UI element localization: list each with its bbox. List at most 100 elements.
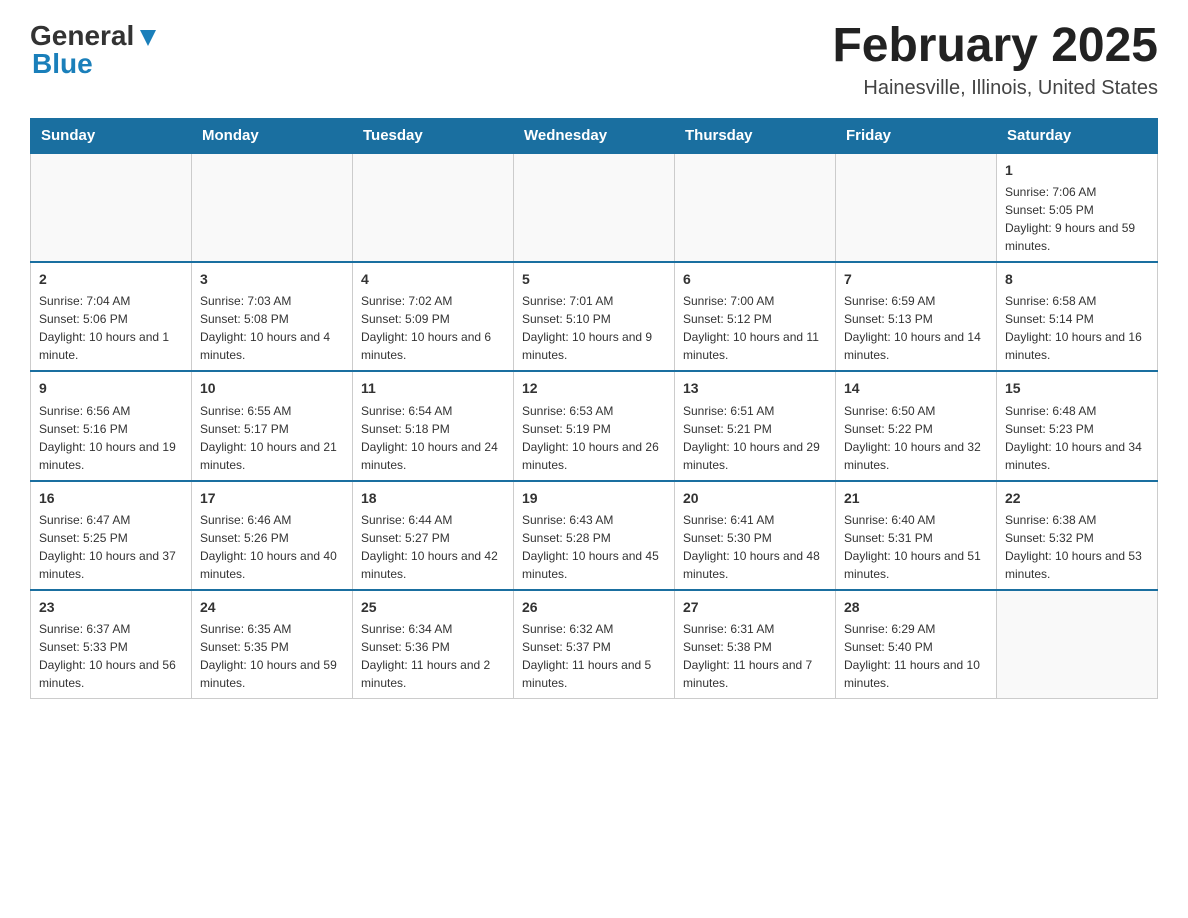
calendar-day-cell: 11 Sunrise: 6:54 AM Sunset: 5:18 PM Dayli…	[353, 371, 514, 480]
calendar-day-cell: 23 Sunrise: 6:37 AM Sunset: 5:33 PM Dayli…	[31, 590, 192, 699]
month-title: February 2025	[832, 20, 1158, 73]
calendar-day-cell: 18 Sunrise: 6:44 AM Sunset: 5:27 PM Dayli…	[353, 481, 514, 590]
day-number: 20	[683, 488, 827, 508]
day-number: 2	[39, 269, 183, 289]
day-info: Sunrise: 7:03 AM Sunset: 5:08 PM Dayligh…	[200, 292, 344, 364]
day-number: 1	[1005, 160, 1149, 180]
day-info: Sunrise: 6:56 AM Sunset: 5:16 PM Dayligh…	[39, 402, 183, 474]
day-info: Sunrise: 6:53 AM Sunset: 5:19 PM Dayligh…	[522, 402, 666, 474]
day-info: Sunrise: 6:54 AM Sunset: 5:18 PM Dayligh…	[361, 402, 505, 474]
day-number: 24	[200, 597, 344, 617]
day-number: 7	[844, 269, 988, 289]
day-number: 21	[844, 488, 988, 508]
calendar-day-cell: 26 Sunrise: 6:32 AM Sunset: 5:37 PM Dayli…	[514, 590, 675, 699]
day-number: 15	[1005, 378, 1149, 398]
day-number: 6	[683, 269, 827, 289]
day-info: Sunrise: 6:55 AM Sunset: 5:17 PM Dayligh…	[200, 402, 344, 474]
calendar-day-cell: 22 Sunrise: 6:38 AM Sunset: 5:32 PM Dayli…	[997, 481, 1158, 590]
calendar-week-row: 1 Sunrise: 7:06 AM Sunset: 5:05 PM Daylig…	[31, 153, 1158, 262]
calendar-day-cell	[675, 153, 836, 262]
calendar-day-cell: 7 Sunrise: 6:59 AM Sunset: 5:13 PM Daylig…	[836, 262, 997, 371]
calendar-day-cell: 8 Sunrise: 6:58 AM Sunset: 5:14 PM Daylig…	[997, 262, 1158, 371]
logo-text-blue: Blue	[32, 48, 93, 79]
day-info: Sunrise: 6:31 AM Sunset: 5:38 PM Dayligh…	[683, 620, 827, 692]
calendar-day-cell	[31, 153, 192, 262]
day-info: Sunrise: 6:35 AM Sunset: 5:35 PM Dayligh…	[200, 620, 344, 692]
page-header: General Blue February 2025 Hainesville, …	[30, 20, 1158, 100]
day-info: Sunrise: 6:34 AM Sunset: 5:36 PM Dayligh…	[361, 620, 505, 692]
weekday-header-wednesday: Wednesday	[514, 118, 675, 153]
logo: General Blue	[30, 20, 159, 80]
day-info: Sunrise: 6:50 AM Sunset: 5:22 PM Dayligh…	[844, 402, 988, 474]
day-number: 4	[361, 269, 505, 289]
calendar-day-cell: 9Sunrise: 6:56 AM Sunset: 5:16 PM Daylig…	[31, 371, 192, 480]
day-number: 8	[1005, 269, 1149, 289]
day-number: 26	[522, 597, 666, 617]
calendar-day-cell: 28Sunrise: 6:29 AM Sunset: 5:40 PM Dayli…	[836, 590, 997, 699]
calendar-day-cell: 13 Sunrise: 6:51 AM Sunset: 5:21 PM Dayli…	[675, 371, 836, 480]
calendar-day-cell: 10 Sunrise: 6:55 AM Sunset: 5:17 PM Dayli…	[192, 371, 353, 480]
day-info: Sunrise: 6:43 AM Sunset: 5:28 PM Dayligh…	[522, 511, 666, 583]
day-info: Sunrise: 6:59 AM Sunset: 5:13 PM Dayligh…	[844, 292, 988, 364]
calendar-day-cell	[997, 590, 1158, 699]
day-number: 23	[39, 597, 183, 617]
calendar-day-cell: 21 Sunrise: 6:40 AM Sunset: 5:31 PM Dayli…	[836, 481, 997, 590]
day-number: 16	[39, 488, 183, 508]
calendar-day-cell	[514, 153, 675, 262]
day-number: 13	[683, 378, 827, 398]
day-info: Sunrise: 6:51 AM Sunset: 5:21 PM Dayligh…	[683, 402, 827, 474]
calendar-day-cell: 5Sunrise: 7:01 AM Sunset: 5:10 PM Daylig…	[514, 262, 675, 371]
day-number: 17	[200, 488, 344, 508]
day-number: 10	[200, 378, 344, 398]
day-info: Sunrise: 6:32 AM Sunset: 5:37 PM Dayligh…	[522, 620, 666, 692]
calendar-day-cell: 16 Sunrise: 6:47 AM Sunset: 5:25 PM Dayli…	[31, 481, 192, 590]
calendar-day-cell: 25 Sunrise: 6:34 AM Sunset: 5:36 PM Dayli…	[353, 590, 514, 699]
weekday-header-row: SundayMondayTuesdayWednesdayThursdayFrid…	[31, 118, 1158, 153]
weekday-header-monday: Monday	[192, 118, 353, 153]
calendar-day-cell	[192, 153, 353, 262]
calendar-day-cell: 12 Sunrise: 6:53 AM Sunset: 5:19 PM Dayli…	[514, 371, 675, 480]
weekday-header-sunday: Sunday	[31, 118, 192, 153]
calendar-day-cell: 17 Sunrise: 6:46 AM Sunset: 5:26 PM Dayli…	[192, 481, 353, 590]
calendar-day-cell	[353, 153, 514, 262]
weekday-header-tuesday: Tuesday	[353, 118, 514, 153]
calendar-day-cell	[836, 153, 997, 262]
calendar-day-cell: 6 Sunrise: 7:00 AM Sunset: 5:12 PM Daylig…	[675, 262, 836, 371]
calendar-table: SundayMondayTuesdayWednesdayThursdayFrid…	[30, 118, 1158, 699]
calendar-day-cell: 19 Sunrise: 6:43 AM Sunset: 5:28 PM Dayli…	[514, 481, 675, 590]
day-info: Sunrise: 7:06 AM Sunset: 5:05 PM Dayligh…	[1005, 183, 1149, 255]
day-number: 22	[1005, 488, 1149, 508]
day-info: Sunrise: 6:40 AM Sunset: 5:31 PM Dayligh…	[844, 511, 988, 583]
day-info: Sunrise: 7:04 AM Sunset: 5:06 PM Dayligh…	[39, 292, 183, 364]
day-info: Sunrise: 6:37 AM Sunset: 5:33 PM Dayligh…	[39, 620, 183, 692]
day-info: Sunrise: 6:47 AM Sunset: 5:25 PM Dayligh…	[39, 511, 183, 583]
day-number: 12	[522, 378, 666, 398]
calendar-day-cell: 20 Sunrise: 6:41 AM Sunset: 5:30 PM Dayli…	[675, 481, 836, 590]
day-info: Sunrise: 6:44 AM Sunset: 5:27 PM Dayligh…	[361, 511, 505, 583]
logo-triangle-icon	[137, 26, 159, 48]
calendar-day-cell: 4 Sunrise: 7:02 AM Sunset: 5:09 PM Daylig…	[353, 262, 514, 371]
day-info: Sunrise: 6:38 AM Sunset: 5:32 PM Dayligh…	[1005, 511, 1149, 583]
weekday-header-friday: Friday	[836, 118, 997, 153]
calendar-day-cell: 15 Sunrise: 6:48 AM Sunset: 5:23 PM Dayli…	[997, 371, 1158, 480]
calendar-day-cell: 1 Sunrise: 7:06 AM Sunset: 5:05 PM Daylig…	[997, 153, 1158, 262]
day-info: Sunrise: 6:48 AM Sunset: 5:23 PM Dayligh…	[1005, 402, 1149, 474]
weekday-header-saturday: Saturday	[997, 118, 1158, 153]
title-area: February 2025 Hainesville, Illinois, Uni…	[832, 20, 1158, 100]
day-number: 18	[361, 488, 505, 508]
day-number: 25	[361, 597, 505, 617]
day-number: 11	[361, 378, 505, 398]
day-info: Sunrise: 6:58 AM Sunset: 5:14 PM Dayligh…	[1005, 292, 1149, 364]
day-info: Sunrise: 7:00 AM Sunset: 5:12 PM Dayligh…	[683, 292, 827, 364]
day-number: 27	[683, 597, 827, 617]
day-number: 3	[200, 269, 344, 289]
calendar-day-cell: 2 Sunrise: 7:04 AM Sunset: 5:06 PM Daylig…	[31, 262, 192, 371]
day-info: Sunrise: 7:02 AM Sunset: 5:09 PM Dayligh…	[361, 292, 505, 364]
calendar-day-cell: 27 Sunrise: 6:31 AM Sunset: 5:38 PM Dayli…	[675, 590, 836, 699]
calendar-day-cell: 14Sunrise: 6:50 AM Sunset: 5:22 PM Dayli…	[836, 371, 997, 480]
day-info: Sunrise: 6:46 AM Sunset: 5:26 PM Dayligh…	[200, 511, 344, 583]
calendar-week-row: 2 Sunrise: 7:04 AM Sunset: 5:06 PM Daylig…	[31, 262, 1158, 371]
day-info: Sunrise: 6:41 AM Sunset: 5:30 PM Dayligh…	[683, 511, 827, 583]
day-number: 19	[522, 488, 666, 508]
calendar-week-row: 23 Sunrise: 6:37 AM Sunset: 5:33 PM Dayli…	[31, 590, 1158, 699]
